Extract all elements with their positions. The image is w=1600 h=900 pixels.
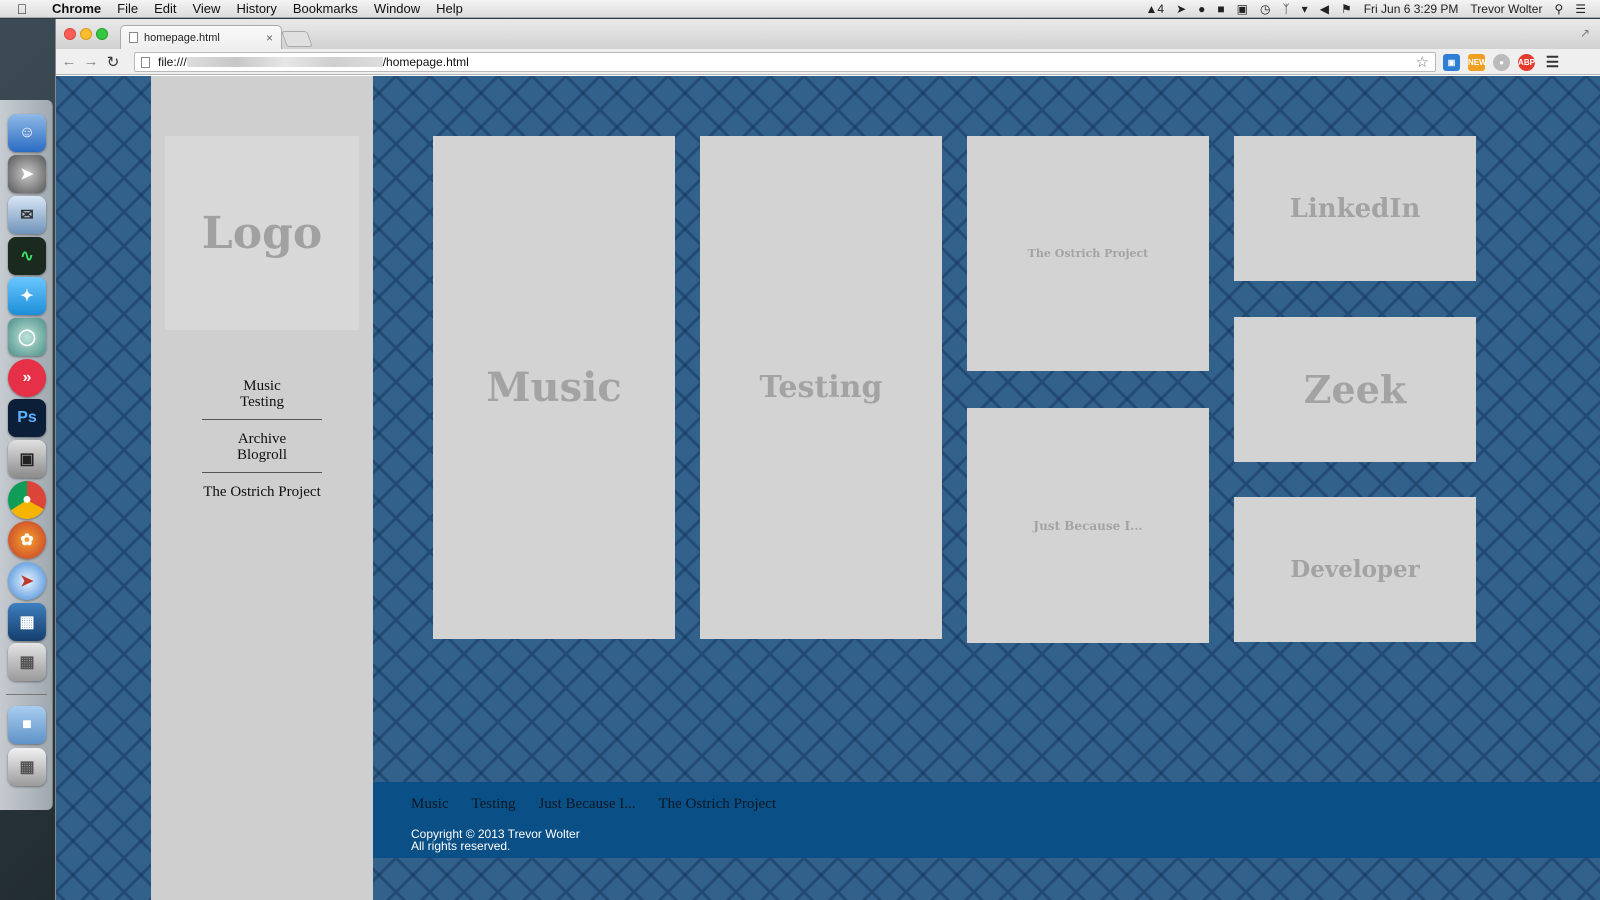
menu-file[interactable]: File (109, 0, 146, 18)
calculator-icon[interactable]: ▦ (8, 643, 46, 681)
tab-homepage[interactable]: homepage.html × (120, 25, 282, 49)
sidebar-link-archive[interactable]: Archive (202, 431, 322, 447)
browser-toolbar: ← → ↻ file:/// /homepage.html ☆ ▣ NEW ● … (56, 49, 1600, 75)
tile-music[interactable]: Music (433, 136, 675, 639)
chat-status-icon[interactable]: ➤ (1170, 2, 1192, 16)
chrome-menu-icon[interactable]: ☰ (1544, 54, 1561, 71)
us-flag-icon[interactable]: ⚑ (1335, 2, 1358, 16)
volume-icon[interactable]: ◀ (1314, 2, 1335, 16)
adobe-status-icon[interactable]: ▲4 (1140, 2, 1171, 16)
sidebar-group: The Ostrich Project (202, 482, 322, 509)
tile-testing[interactable]: Testing (700, 136, 942, 639)
clock-datetime[interactable]: Fri Jun 6 3:29 PM (1358, 2, 1465, 16)
footer-link-testing[interactable]: Testing (472, 796, 516, 813)
menu-bookmarks[interactable]: Bookmarks (285, 0, 366, 18)
zoom-window-button[interactable] (96, 28, 108, 40)
page-icon (129, 32, 138, 43)
extension-new-icon[interactable]: NEW (1468, 54, 1487, 71)
rights-line: All rights reserved. (411, 839, 511, 853)
menu-history[interactable]: History (228, 0, 284, 18)
page-icon (141, 56, 150, 68)
menu-window[interactable]: Window (366, 0, 428, 18)
virtualbox-icon[interactable]: ▦ (8, 603, 46, 641)
address-bar[interactable]: file:/// /homepage.html ☆ (134, 52, 1436, 72)
browser-window: homepage.html × ↗ ← → ↻ file:/// /homepa… (55, 19, 1600, 900)
footer-nav: Music Testing Just Because I... The Ostr… (411, 796, 776, 813)
url-prefix: file:/// (158, 55, 187, 69)
sidebar-link-ostrich-project[interactable]: The Ostrich Project (202, 484, 322, 500)
dock-separator (6, 694, 47, 695)
activity-monitor-icon[interactable]: ∿ (8, 237, 46, 275)
extension-evernote-icon[interactable]: ● (1493, 54, 1510, 71)
tile-ostrich-project[interactable]: The Ostrich Project (967, 136, 1209, 371)
spotlight-search-icon[interactable]: ⚲ (1548, 2, 1569, 16)
trash-icon[interactable]: ▦ (8, 748, 46, 786)
notification-center-icon[interactable]: ☰ (1569, 2, 1592, 16)
forward-icon[interactable]: → (80, 53, 102, 70)
tile-zeek[interactable]: Zeek (1234, 317, 1476, 462)
wifi-icon[interactable]: ▾ (1296, 2, 1314, 16)
sidebar-nav: Music Testing Archive Blogroll The Ostri… (151, 376, 373, 509)
bookmark-star-icon[interactable]: ☆ (1416, 53, 1429, 71)
adobe-status-count: 4 (1157, 1, 1165, 16)
menu-edit[interactable]: Edit (146, 0, 184, 18)
dock: ☺ ➤ ✉ ∿ ✦ ◯ » Ps ▣ ● ✿ ➤ ▦ ▦ ■ ▦ (0, 100, 53, 810)
tab-title: homepage.html (144, 31, 220, 44)
footer: Music Testing Just Because I... The Ostr… (373, 782, 1600, 858)
bluetooth-icon[interactable]: ᛉ (1276, 2, 1295, 16)
copyright: Copyright © 2013 Trevor Wolter All right… (411, 828, 580, 852)
sidebar-link-blogroll[interactable]: Blogroll (202, 447, 322, 463)
dropbox-status-icon[interactable]: ■ (1211, 2, 1230, 16)
footer-link-music[interactable]: Music (411, 796, 449, 813)
minimize-window-button[interactable] (80, 28, 92, 40)
user-name[interactable]: Trevor Wolter (1464, 2, 1548, 16)
twitter-icon[interactable]: ✦ (8, 277, 46, 315)
footer-link-just-because[interactable]: Just Because I... (538, 796, 635, 813)
url-suffix: /homepage.html (382, 55, 469, 69)
tile-linkedin[interactable]: LinkedIn (1234, 136, 1476, 281)
menu-help[interactable]: Help (428, 0, 471, 18)
url-redacted-path (186, 57, 383, 67)
tab-close-icon[interactable]: × (266, 31, 273, 45)
messages-icon[interactable]: ◯ (8, 318, 46, 356)
mail-icon[interactable]: ✉ (8, 196, 46, 234)
sidebar: Logo Music Testing Archive Blogroll The … (151, 76, 373, 900)
apple-menu-icon[interactable]:  (0, 1, 44, 17)
safari-icon[interactable]: ➤ (8, 562, 46, 600)
finder-icon[interactable]: ☺ (8, 114, 46, 152)
reload-icon[interactable]: ↻ (102, 53, 124, 71)
image-capture-icon[interactable]: ▣ (8, 440, 46, 478)
photoshop-icon[interactable]: Ps (8, 399, 46, 437)
adblock-icon[interactable]: ABP (1518, 54, 1535, 71)
web-page: Logo Music Testing Archive Blogroll The … (56, 76, 1600, 900)
logo[interactable]: Logo (165, 136, 359, 330)
sidebar-link-testing[interactable]: Testing (202, 394, 322, 410)
firefox-icon[interactable]: ✿ (8, 521, 46, 559)
new-tab-button[interactable] (281, 31, 313, 47)
direct-app-icon[interactable]: » (8, 359, 46, 397)
screen-status-icon[interactable]: ▣ (1231, 2, 1254, 16)
extension-screen-icon[interactable]: ▣ (1443, 54, 1460, 71)
menu-app-chrome[interactable]: Chrome (44, 0, 109, 18)
sidebar-link-music[interactable]: Music (202, 378, 322, 394)
evernote-status-icon[interactable]: ● (1192, 2, 1211, 16)
fullscreen-icon[interactable]: ↗ (1580, 26, 1590, 40)
time-machine-icon[interactable]: ◷ (1254, 2, 1276, 16)
sidebar-group: Archive Blogroll (202, 429, 322, 473)
menu-bar:  Chrome File Edit View History Bookmark… (0, 0, 1600, 18)
back-icon[interactable]: ← (58, 53, 80, 70)
tile-developer[interactable]: Developer (1234, 497, 1476, 642)
menu-view[interactable]: View (184, 0, 228, 18)
chrome-icon[interactable]: ● (8, 481, 46, 519)
folder-icon[interactable]: ■ (8, 706, 46, 744)
footer-link-ostrich-project[interactable]: The Ostrich Project (659, 796, 776, 813)
close-window-button[interactable] (64, 28, 76, 40)
launchpad-icon[interactable]: ➤ (8, 155, 46, 193)
tab-strip: homepage.html × ↗ (56, 19, 1600, 49)
sidebar-group: Music Testing (202, 376, 322, 420)
tile-just-because[interactable]: Just Because I... (967, 408, 1209, 643)
